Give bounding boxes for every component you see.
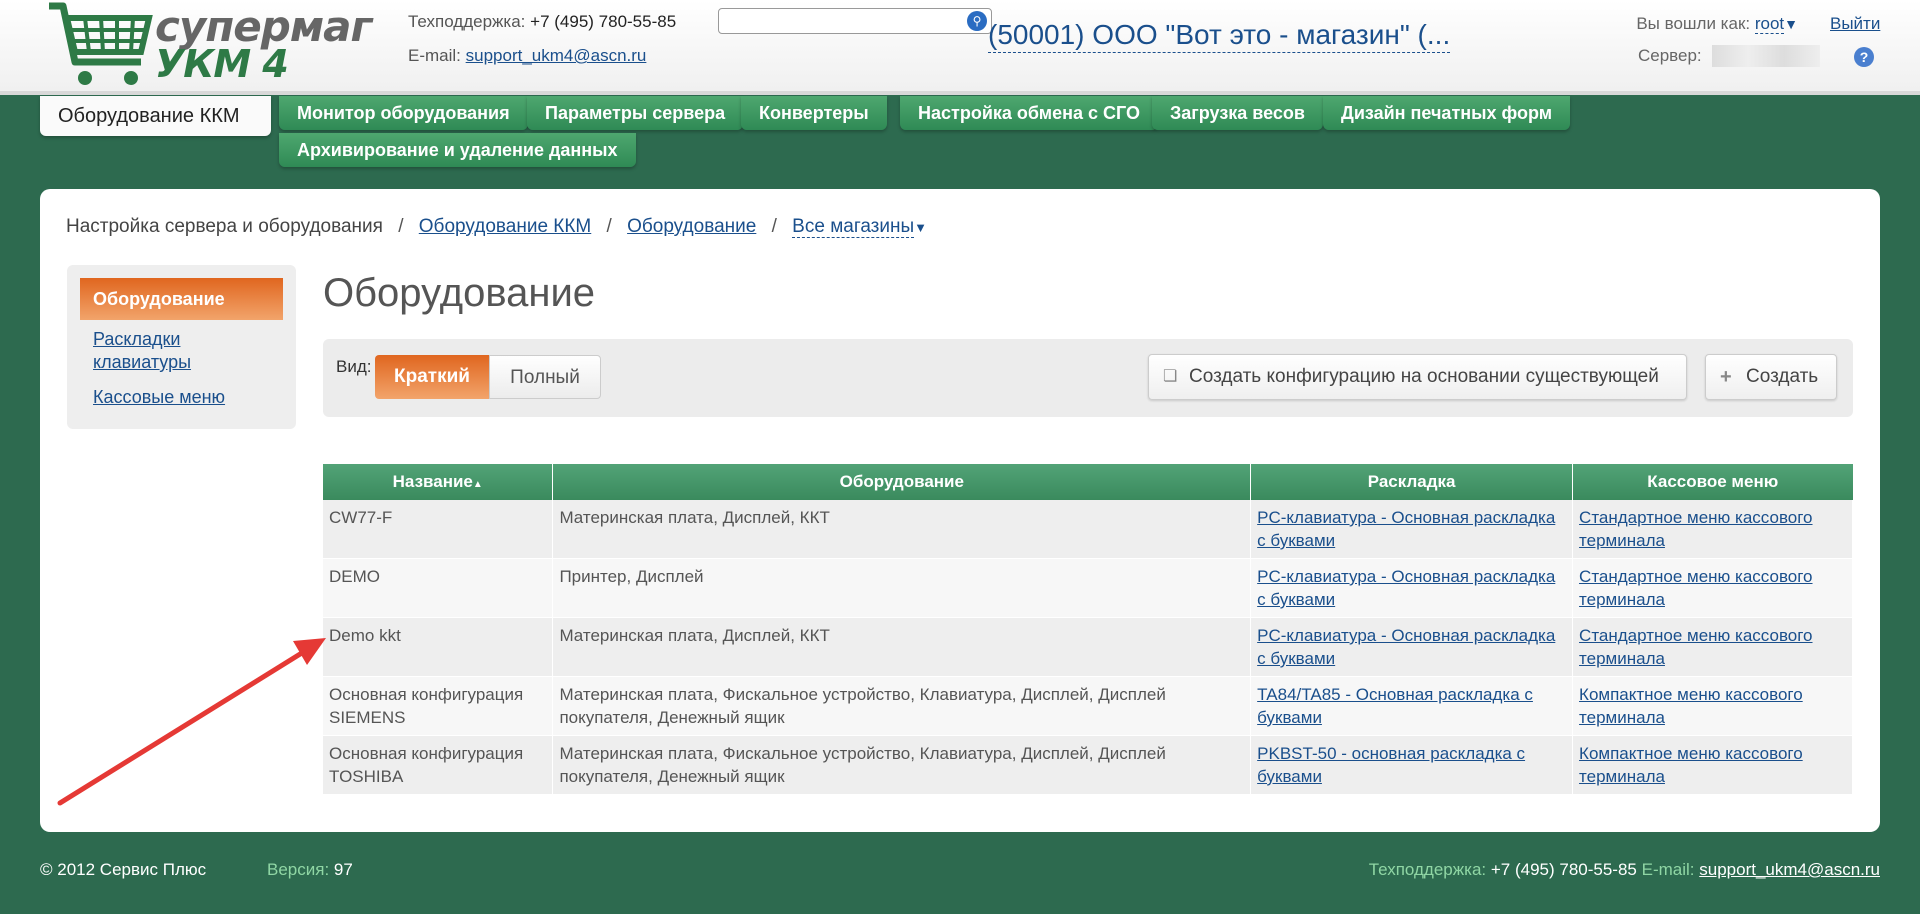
table-row[interactable]: Основная конфигурация SIEMENS Материнска… [323, 676, 1853, 736]
search-box: ⚲ [718, 8, 992, 34]
column-header-equipment: Оборудование [552, 464, 1252, 500]
sidebar-item-keyboard-layouts[interactable]: Раскладки клавиатуры [93, 328, 273, 374]
sidebar: Оборудование Раскладки клавиатуры Кассов… [67, 265, 296, 429]
top-nav: Оборудование ККМ Монитор оборудования Па… [40, 96, 1640, 176]
cell-layout-link[interactable]: PC-клавиатура - Основная раскладка с бук… [1257, 567, 1555, 609]
version-value: 97 [333, 860, 353, 879]
cell-layout-link[interactable]: PKBST-50 - основная раскладка с буквами [1257, 744, 1525, 786]
help-icon[interactable]: ? [1854, 47, 1874, 67]
support-phone: +7 (495) 780-55-85 [530, 12, 677, 31]
view-label: Вид: [336, 357, 372, 376]
chevron-down-icon[interactable]: ▼ [914, 220, 927, 235]
cell-equipment: Принтер, Дисплей [552, 558, 1252, 618]
logged-as-label: Вы вошли как: [1636, 14, 1751, 33]
tab-server-params[interactable]: Параметры сервера [527, 96, 744, 130]
cell-name: Основная конфигурация SIEMENS [323, 676, 554, 736]
breadcrumb-equipment[interactable]: Оборудование [627, 216, 756, 237]
sort-asc-icon: ▲ [472, 479, 483, 490]
view-short-toggle[interactable]: Краткий [375, 355, 489, 399]
tab-equipment-kkm[interactable]: Оборудование ККМ [40, 96, 271, 136]
cell-menu-link[interactable]: Стандартное меню кассового терминала [1579, 567, 1812, 609]
cell-menu-link[interactable]: Стандартное меню кассового терминала [1579, 508, 1812, 550]
page-title: Оборудование [323, 271, 596, 315]
logo[interactable]: супермаг УКМ 4 [45, 0, 372, 90]
cell-name: Demo kkt [323, 617, 554, 677]
create-from-existing-button[interactable]: ❏ Создать конфигурацию на основании суще… [1148, 354, 1687, 400]
footer-email-link[interactable]: support_ukm4@ascn.ru [1699, 860, 1880, 879]
cell-equipment: Материнская плата, Фискальное устройство… [552, 735, 1252, 795]
cell-name: DEMO [323, 558, 554, 618]
cell-menu-link[interactable]: Компактное меню кассового терминала [1579, 685, 1803, 727]
cell-layout-link[interactable]: PC-клавиатура - Основная раскладка с бук… [1257, 626, 1555, 668]
tab-equipment-monitor[interactable]: Монитор оборудования [279, 96, 528, 130]
table-row[interactable]: CW77-F Материнская плата, Дисплей, ККТ P… [323, 500, 1853, 559]
user-dropdown[interactable]: root [1754, 14, 1785, 34]
search-input[interactable] [723, 10, 953, 32]
cell-name: Основная конфигурация TOSHIBA [323, 735, 554, 795]
breadcrumb-separator: / [771, 216, 777, 237]
store-selector[interactable]: (50001) ООО "Вот это - магазин" (... [988, 18, 1451, 53]
logo-product-name: УКМ 4 [155, 42, 289, 86]
plus-icon: + [1720, 366, 1732, 388]
column-header-name[interactable]: Название▲ [323, 464, 554, 500]
logout-link[interactable]: Выйти [1830, 14, 1880, 34]
cell-name: CW77-F [323, 500, 554, 559]
table-row[interactable]: DEMO Принтер, Дисплей PC-клавиатура - Ос… [323, 558, 1853, 618]
version-label: Версия: [267, 860, 330, 879]
support-email-link[interactable]: support_ukm4@ascn.ru [466, 46, 647, 65]
table-row[interactable]: Основная конфигурация TOSHIBA Материнска… [323, 735, 1853, 795]
tab-archive[interactable]: Архивирование и удаление данных [279, 133, 636, 167]
column-header-menu: Кассовое меню [1572, 464, 1853, 500]
store-filter-dropdown[interactable]: Все магазины [792, 216, 915, 238]
header-support: Техподдержка: +7 (495) 780-55-85 E-mail:… [408, 10, 676, 78]
tab-sgo-exchange[interactable]: Настройка обмена с СГО [900, 96, 1158, 130]
cell-equipment: Материнская плата, Дисплей, ККТ [552, 617, 1252, 677]
chevron-down-icon[interactable]: ▼ [1784, 16, 1798, 32]
column-header-layout: Раскладка [1250, 464, 1574, 500]
tab-scales-upload[interactable]: Загрузка весов [1152, 96, 1323, 130]
footer-support-label: Техподдержка: [1368, 860, 1487, 879]
tab-converters[interactable]: Конвертеры [741, 96, 887, 130]
cell-equipment: Материнская плата, Дисплей, ККТ [552, 500, 1252, 559]
breadcrumb: Настройка сервера и оборудования / Обору… [66, 216, 927, 238]
search-icon[interactable]: ⚲ [967, 11, 987, 31]
cell-menu-link[interactable]: Стандартное меню кассового терминала [1579, 626, 1812, 668]
table-row[interactable]: Demo kkt Материнская плата, Дисплей, ККТ… [323, 617, 1853, 677]
cell-layout-link[interactable]: TA84/TA85 - Основная раскладка с буквами [1257, 685, 1533, 727]
copy-icon: ❏ [1163, 368, 1178, 385]
support-label: Техподдержка: [408, 12, 526, 31]
server-label: Сервер: [1638, 46, 1702, 65]
sidebar-item-cash-menus[interactable]: Кассовые меню [93, 386, 273, 409]
create-from-existing-label: Создать конфигурацию на основании сущест… [1189, 366, 1659, 387]
server-value-redacted [1712, 45, 1820, 67]
sidebar-item-equipment[interactable]: Оборудование [80, 278, 283, 320]
version-info: Версия: 97 [267, 860, 353, 880]
breadcrumb-separator: / [398, 216, 404, 237]
cell-menu-link[interactable]: Компактное меню кассового терминала [1579, 744, 1803, 786]
footer-support-phone: +7 (495) 780-55-85 [1490, 860, 1637, 879]
equipment-table: Название▲ Оборудование Раскладка Кассово… [323, 464, 1853, 795]
footer-email-label: E-mail: [1641, 860, 1695, 879]
cell-layout-link[interactable]: PC-клавиатура - Основная раскладка с бук… [1257, 508, 1555, 550]
create-button[interactable]: + Создать [1705, 354, 1837, 400]
tab-print-design[interactable]: Дизайн печатных форм [1323, 96, 1571, 130]
cell-equipment: Материнская плата, Фискальное устройство… [552, 676, 1252, 736]
login-info: Вы вошли как: root▼ [1628, 14, 1798, 34]
breadcrumb-separator: / [606, 216, 612, 237]
breadcrumb-root: Настройка сервера и оборудования [66, 216, 383, 237]
footer-support: Техподдержка: +7 (495) 780-55-85 E-mail:… [1369, 860, 1880, 880]
create-label: Создать [1746, 366, 1819, 387]
cart-icon [49, 2, 153, 85]
copyright: © 2012 Сервис Плюс [40, 860, 207, 879]
breadcrumb-equipment-kkm[interactable]: Оборудование ККМ [419, 216, 591, 237]
email-label: E-mail: [408, 46, 461, 65]
toolbar: Вид: Краткий Полный ❏ Создать конфигурац… [323, 339, 1853, 417]
header: супермаг УКМ 4 Техподдержка: +7 (495) 78… [0, 0, 1920, 95]
main-panel: Настройка сервера и оборудования / Обору… [40, 189, 1880, 832]
view-full-toggle[interactable]: Полный [489, 355, 601, 399]
